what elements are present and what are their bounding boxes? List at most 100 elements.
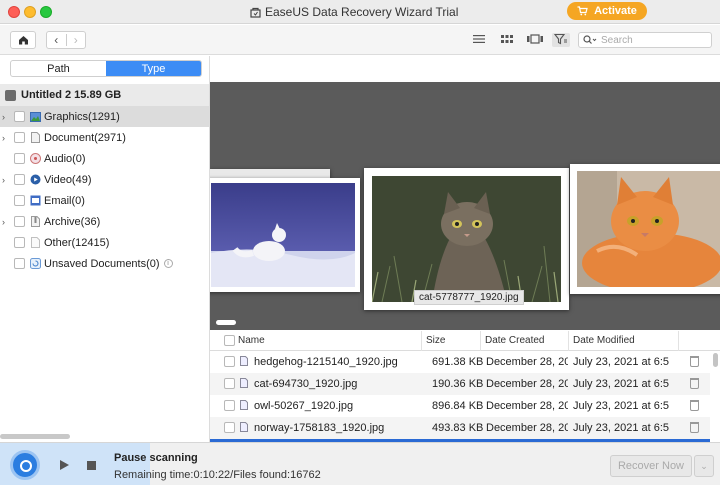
tree-item-audio[interactable]: Audio(0) — [0, 148, 209, 169]
graphics-icon — [30, 111, 41, 122]
recover-now-button[interactable]: Recover Now — [610, 455, 692, 477]
table-row[interactable]: hedgehog-1215140_1920.jpg 691.38 KB Dece… — [210, 351, 710, 373]
file-size: 896.84 KB — [432, 400, 484, 412]
cat-photo-image — [371, 176, 561, 303]
table-row[interactable]: cat-694730_1920.jpg 190.36 KB December 2… — [210, 373, 710, 395]
scan-magnifier-icon[interactable] — [10, 450, 40, 480]
other-icon — [30, 237, 41, 248]
view-mode-tabs: Path Type — [10, 60, 202, 77]
home-button[interactable] — [10, 31, 36, 49]
recover-options-chevron-down-icon[interactable]: ⌄ — [694, 455, 714, 477]
drive-header[interactable]: Untitled 2 15.89 GB — [0, 84, 209, 106]
file-date-modified: July 23, 2021 at 6:5 — [573, 400, 670, 412]
table-row[interactable]: owl-50267_1920.jpg 896.84 KB December 28… — [210, 395, 710, 417]
info-icon[interactable]: i — [163, 259, 173, 269]
tree-item-email[interactable]: Email(0) — [0, 190, 209, 211]
tree-item-label: Unsaved Documents(0) i — [44, 258, 173, 270]
activate-button[interactable]: Activate — [567, 2, 647, 20]
file-name: cat-694730_1920.jpg — [254, 378, 358, 390]
drive-label: Untitled 2 15.89 GB — [21, 89, 122, 101]
toolbar: ‹ › — [0, 25, 720, 55]
preview-thumbnail-current[interactable]: cat-5778777_1920.jpg — [364, 168, 569, 310]
tab-type[interactable]: Type — [106, 61, 201, 76]
disclosure-arrow-icon[interactable]: › — [2, 217, 10, 227]
trash-icon[interactable] — [690, 400, 699, 411]
history-nav: ‹ › — [46, 31, 86, 49]
checkbox[interactable] — [14, 195, 25, 206]
row-checkbox[interactable] — [224, 400, 235, 411]
tree-item-label: Other(12415) — [44, 236, 110, 249]
grid-view-icon[interactable] — [500, 34, 514, 46]
tree-item-label: Graphics(1291) — [44, 110, 120, 123]
search-icon — [583, 35, 597, 44]
back-button[interactable]: ‹ — [47, 33, 66, 47]
status-bar: Pause scanning Remaining time:0:10:22/Fi… — [0, 442, 720, 485]
list-view-icon[interactable] — [472, 34, 486, 46]
file-date-created: December 28, 2021 at 1 — [486, 422, 568, 434]
filter-icon[interactable] — [552, 33, 570, 47]
file-size: 190.36 KB — [432, 378, 484, 390]
horizontal-scrollbar[interactable] — [0, 434, 70, 439]
preview-thumbnail-fox[interactable] — [210, 178, 360, 292]
tree-item-other[interactable]: Other(12415) — [0, 232, 209, 253]
table-header: Name Size Date Created Date Modified — [210, 331, 720, 351]
minimize-window-button[interactable] — [24, 6, 36, 18]
filmstrip-view-icon[interactable] — [526, 34, 544, 46]
file-name: hedgehog-1215140_1920.jpg — [254, 356, 398, 368]
tree-item-graphics[interactable]: › Graphics(1291) — [0, 106, 209, 127]
disclosure-arrow-icon[interactable]: › — [2, 112, 10, 122]
home-icon — [18, 36, 28, 45]
forward-button[interactable]: › — [66, 33, 85, 47]
row-checkbox[interactable] — [224, 422, 235, 433]
column-date-created[interactable]: Date Created — [480, 331, 544, 351]
checkbox[interactable] — [14, 111, 25, 122]
trash-icon[interactable] — [690, 356, 699, 367]
tree-item-unsaved-documents[interactable]: Unsaved Documents(0) i — [0, 253, 209, 274]
tree-item-document[interactable]: › Document(2971) — [0, 127, 209, 148]
table-row[interactable]: norway-1758183_1920.jpg 493.83 KB Decemb… — [210, 417, 710, 439]
tree-item-archive[interactable]: › Archive(36) — [0, 211, 209, 232]
checkbox[interactable] — [14, 153, 25, 164]
preview-thumbnail-ginger-cat[interactable] — [570, 164, 720, 294]
row-checkbox[interactable] — [224, 378, 235, 389]
file-name: owl-50267_1920.jpg — [254, 400, 354, 412]
carousel-scroll-thumb[interactable] — [216, 320, 236, 325]
trash-icon[interactable] — [690, 422, 699, 433]
file-date-created: December 28, 2021 at 1 — [486, 400, 568, 412]
resume-scan-icon[interactable] — [60, 460, 69, 470]
audio-icon — [30, 153, 41, 164]
checkbox[interactable] — [14, 174, 25, 185]
cart-icon — [577, 6, 588, 16]
left-panel: Path Type Untitled 2 15.89 GB › Graphics… — [0, 56, 210, 442]
file-type-tree: › Graphics(1291) › Document(2971) Audio(… — [0, 106, 209, 274]
trash-icon[interactable] — [690, 378, 699, 389]
unsaved-icon — [30, 258, 41, 269]
tree-item-label: Document(2971) — [44, 131, 126, 144]
vertical-scrollbar[interactable] — [713, 353, 718, 367]
window-title: EaseUS Data Recovery Wizard Trial — [250, 5, 458, 19]
file-date-created: December 28, 2021 at 1 — [486, 356, 568, 368]
column-size[interactable]: Size — [421, 331, 445, 351]
file-icon — [240, 417, 248, 439]
row-checkbox[interactable] — [224, 356, 235, 367]
search-box[interactable] — [578, 32, 712, 48]
zoom-window-button[interactable] — [40, 6, 52, 18]
checkbox[interactable] — [14, 132, 25, 143]
column-actions — [678, 331, 710, 351]
file-table: Name Size Date Created Date Modified hed… — [210, 331, 720, 442]
fox-photo-image — [211, 183, 355, 287]
column-date-modified[interactable]: Date Modified — [568, 331, 635, 351]
stop-scan-icon[interactable] — [87, 461, 96, 470]
disclosure-arrow-icon[interactable]: › — [2, 133, 10, 143]
document-icon — [30, 132, 41, 143]
tab-path[interactable]: Path — [11, 61, 106, 76]
column-name[interactable]: Name — [234, 331, 265, 351]
close-window-button[interactable] — [8, 6, 20, 18]
checkbox[interactable] — [14, 258, 25, 269]
disclosure-arrow-icon[interactable]: › — [2, 175, 10, 185]
tree-item-video[interactable]: › Video(49) — [0, 169, 209, 190]
search-input[interactable] — [601, 34, 701, 46]
checkbox[interactable] — [14, 216, 25, 227]
checkbox[interactable] — [14, 237, 25, 248]
tree-item-label: Audio(0) — [44, 152, 86, 165]
